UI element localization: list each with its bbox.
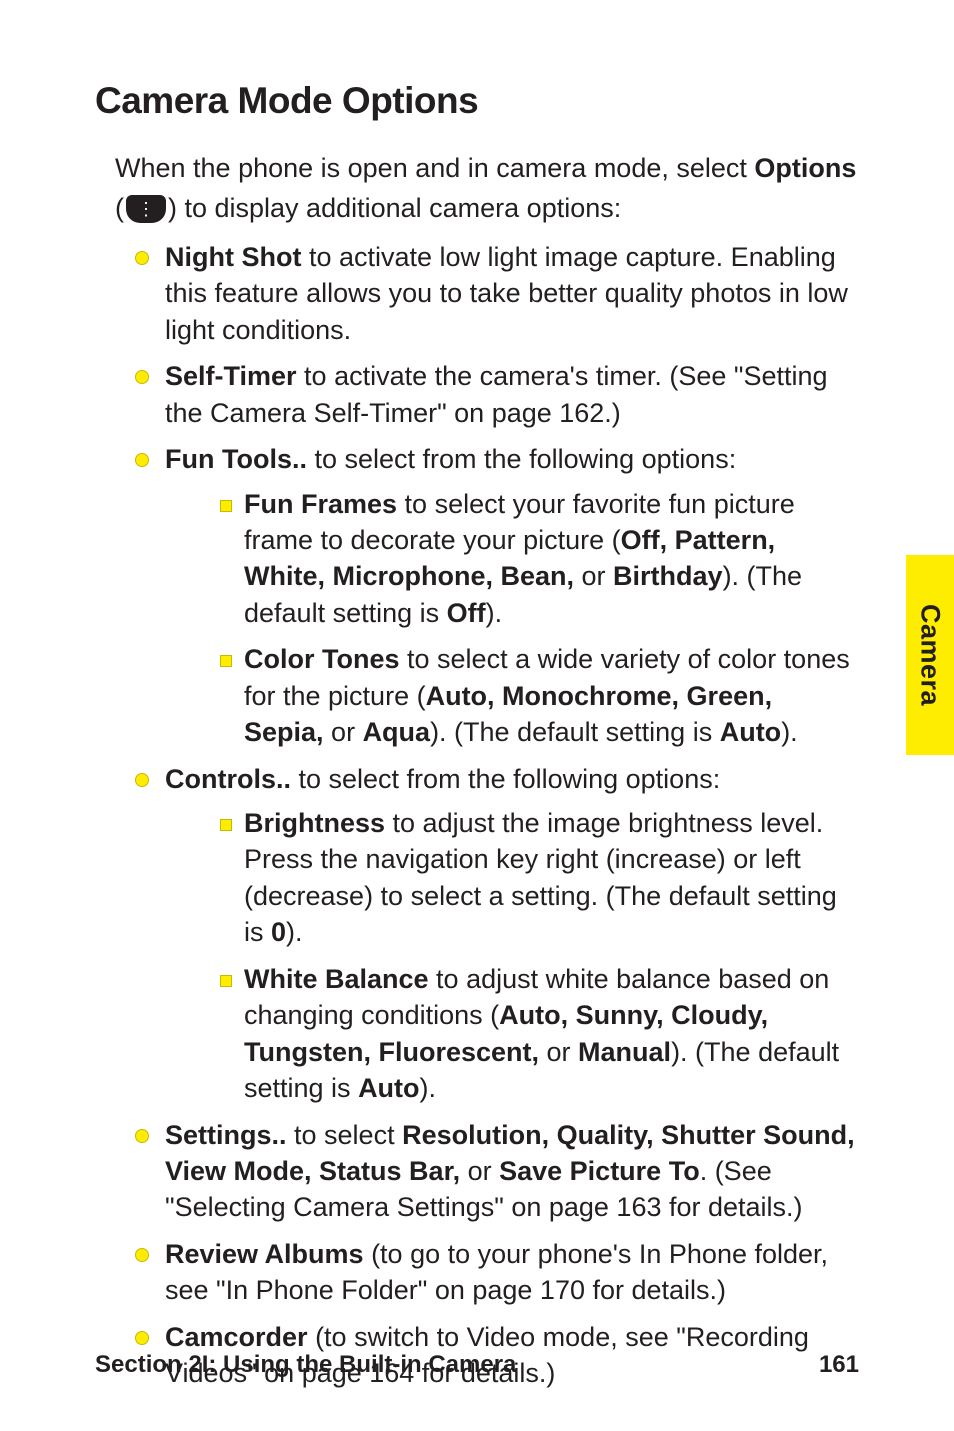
list-item-review-albums: Review Albums (to go to your phone's In … xyxy=(135,1236,859,1309)
page-footer: Section 2I: Using the Built-in Camera 16… xyxy=(95,1351,859,1379)
footer-section-title: Section 2I: Using the Built-in Camera xyxy=(95,1351,516,1379)
self-timer-label: Self-Timer xyxy=(165,361,297,391)
list-item-settings: Settings.. to select Resolution, Quality… xyxy=(135,1117,859,1226)
color-tones-text-2: ). (The default setting is xyxy=(430,717,720,747)
fun-frames-label: Fun Frames xyxy=(244,489,397,519)
controls-text: to select from the following options: xyxy=(291,764,720,794)
list-item-controls: Controls.. to select from the following … xyxy=(135,761,859,1107)
list-item-color-tones: Color Tones to select a wide variety of … xyxy=(220,641,859,750)
settings-last: Save Picture To xyxy=(499,1156,700,1186)
color-tones-default: Auto xyxy=(720,717,781,747)
white-balance-label: White Balance xyxy=(244,964,429,994)
fun-frames-default: Off xyxy=(447,598,486,628)
list-item-self-timer: Self-Timer to activate the camera's time… xyxy=(135,358,859,431)
white-balance-default: Auto xyxy=(358,1073,419,1103)
options-list: Night Shot to activate low light image c… xyxy=(135,239,859,1392)
list-item-white-balance: White Balance to adjust white balance ba… xyxy=(220,961,859,1107)
white-balance-text-3: ). xyxy=(420,1073,437,1103)
fun-frames-or: or xyxy=(582,561,614,591)
review-albums-label: Review Albums xyxy=(165,1239,364,1269)
list-item-fun-frames: Fun Frames to select your favorite fun p… xyxy=(220,486,859,632)
brightness-text-2: ). xyxy=(286,917,303,947)
color-tones-text-3: ). xyxy=(781,717,798,747)
white-balance-or: or xyxy=(547,1037,579,1067)
page-number: 161 xyxy=(819,1351,859,1379)
fun-tools-label: Fun Tools.. xyxy=(165,444,307,474)
list-item-night-shot: Night Shot to activate low light image c… xyxy=(135,239,859,348)
right-softkey-icon xyxy=(126,195,166,223)
intro-line-1: When the phone is open and in camera mod… xyxy=(115,150,859,186)
color-tones-or: or xyxy=(331,717,363,747)
intro-text-b: ) to display additional camera options: xyxy=(168,190,621,226)
settings-text-1: to select xyxy=(287,1120,403,1150)
intro-paren-open: ( xyxy=(115,190,124,226)
fun-frames-last: Birthday xyxy=(613,561,723,591)
side-tab-camera: Camera xyxy=(906,555,954,755)
intro-options-label: Options xyxy=(754,153,856,183)
fun-tools-text: to select from the following options: xyxy=(307,444,736,474)
color-tones-last: Aqua xyxy=(363,717,431,747)
intro-line-2: ( ) to display additional camera options… xyxy=(115,190,859,226)
list-item-brightness: Brightness to adjust the image brightnes… xyxy=(220,805,859,951)
brightness-label: Brightness xyxy=(244,808,385,838)
section-heading: Camera Mode Options xyxy=(95,80,859,122)
fun-frames-text-3: ). xyxy=(486,598,503,628)
brightness-default: 0 xyxy=(271,917,286,947)
intro-text-a: When the phone is open and in camera mod… xyxy=(115,153,754,183)
controls-label: Controls.. xyxy=(165,764,291,794)
color-tones-label: Color Tones xyxy=(244,644,400,674)
fun-tools-sublist: Fun Frames to select your favorite fun p… xyxy=(220,486,859,751)
list-item-fun-tools: Fun Tools.. to select from the following… xyxy=(135,441,859,751)
camcorder-label: Camcorder xyxy=(165,1322,308,1352)
controls-sublist: Brightness to adjust the image brightnes… xyxy=(220,805,859,1107)
settings-or: or xyxy=(468,1156,500,1186)
white-balance-last: Manual xyxy=(578,1037,671,1067)
side-tab-label: Camera xyxy=(915,604,946,706)
night-shot-label: Night Shot xyxy=(165,242,301,272)
settings-label: Settings.. xyxy=(165,1120,287,1150)
